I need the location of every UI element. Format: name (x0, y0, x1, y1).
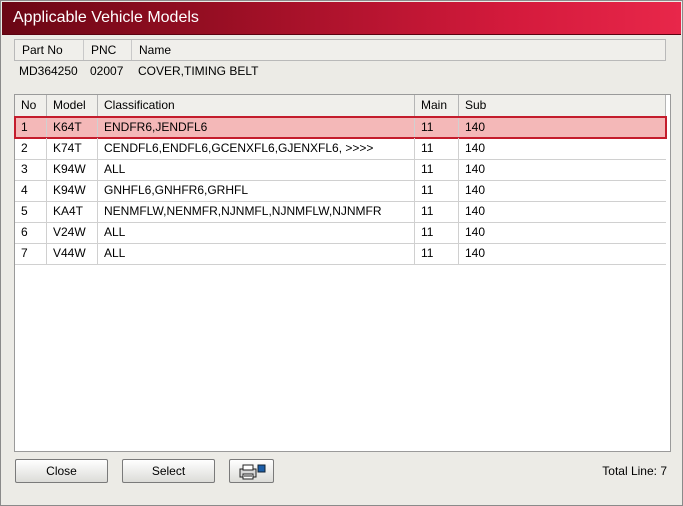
pnc-header: PNC (84, 40, 132, 60)
row-classification-cell: GNHFL6,GNHFR6,GRHFL (98, 180, 415, 201)
printer-icon (239, 464, 265, 480)
row-main-cell: 11 (415, 201, 459, 222)
row-sub-cell: 140 (465, 225, 486, 239)
column-header-no[interactable]: No (15, 95, 47, 116)
row-main-cell: 11 (415, 222, 459, 243)
row-model-cell: V24W (47, 222, 98, 243)
row-main-cell: 11 (415, 159, 459, 180)
row-model-cell: K94W (47, 180, 98, 201)
window-title: Applicable Vehicle Models (13, 9, 199, 26)
row-no-cell: 1 (15, 117, 47, 138)
row-model-cell: V44W (47, 243, 98, 264)
row-no-cell: 2 (15, 138, 47, 159)
row-no-cell: 4 (15, 180, 47, 201)
table-row[interactable]: 3 K94W ALL 11 140 (15, 159, 666, 181)
row-classification-cell: ENDFR6,JENDFL6 (98, 117, 415, 138)
part-no-header: Part No (15, 40, 84, 60)
row-no-cell: 3 (15, 159, 47, 180)
table-header: No Model Classification Main Sub (15, 95, 666, 117)
vehicle-models-table: No Model Classification Main Sub 1 K64T EN… (14, 94, 671, 452)
column-header-sub[interactable]: Sub (459, 95, 666, 116)
table-row[interactable]: 6 V24W ALL 11 140 (15, 222, 666, 244)
row-classification-cell: ALL (98, 159, 415, 180)
row-no-cell: 5 (15, 201, 47, 222)
column-header-classification[interactable]: Classification (98, 95, 415, 116)
title-bar[interactable]: Applicable Vehicle Models (2, 2, 681, 35)
table-row[interactable]: 5 KA4T NENMFLW,NENMFR,NJNMFL,NJNMFLW,NJNMF… (15, 201, 666, 223)
pnc-value: 02007 (90, 64, 124, 78)
row-sub-cell: 140 (465, 141, 486, 155)
total-line-count: Total Line: 7 (602, 464, 667, 478)
table-row[interactable]: 4 K94W GNHFL6,GNHFR6,GRHFL 11 140 (15, 180, 666, 202)
column-header-model[interactable]: Model (47, 95, 98, 116)
row-classification-cell: ALL (98, 222, 415, 243)
row-main-cell: 11 (415, 180, 459, 201)
row-classification-cell: NENMFLW,NENMFR,NJNMFL,NJNMFLW,NJNMFR (98, 201, 415, 222)
row-main-cell: 11 (415, 138, 459, 159)
row-sub-cell: 140 (465, 246, 486, 260)
row-no-cell: 6 (15, 222, 47, 243)
name-header: Name (139, 43, 172, 57)
part-no-value: MD364250 (19, 64, 78, 78)
row-model-cell: K64T (47, 117, 98, 138)
select-button[interactable]: Select (122, 459, 215, 483)
close-button[interactable]: Close (15, 459, 108, 483)
row-model-cell: KA4T (47, 201, 98, 222)
row-sub-cell: 140 (465, 162, 486, 176)
part-name-value: COVER,TIMING BELT (138, 64, 259, 78)
table-row[interactable]: 7 V44W ALL 11 140 (15, 243, 666, 265)
row-main-cell: 11 (415, 117, 459, 138)
part-info-header: Part No PNC Name (14, 39, 666, 61)
row-sub-cell: 140 (465, 204, 486, 218)
part-info-values: MD364250 02007 COVER,TIMING BELT (14, 61, 664, 81)
row-sub-cell: 140 (465, 183, 486, 197)
table-row[interactable]: 2 K74T CENDFL6,ENDFL6,GCENXFL6,GJENXFL6, >… (15, 138, 666, 160)
table-row[interactable]: 1 K64T ENDFR6,JENDFL6 11 140 (14, 116, 667, 139)
row-sub-cell: 140 (465, 120, 486, 134)
row-model-cell: K74T (47, 138, 98, 159)
row-model-cell: K94W (47, 159, 98, 180)
row-classification-cell: CENDFL6,ENDFL6,GCENXFL6,GJENXFL6, >>>> (98, 138, 415, 159)
column-header-main[interactable]: Main (415, 95, 459, 116)
row-main-cell: 11 (415, 243, 459, 264)
row-no-cell: 7 (15, 243, 47, 264)
row-classification-cell: ALL (98, 243, 415, 264)
applicable-vehicle-models-window: Applicable Vehicle Models Part No PNC Na… (0, 0, 683, 506)
print-button[interactable] (229, 459, 274, 483)
